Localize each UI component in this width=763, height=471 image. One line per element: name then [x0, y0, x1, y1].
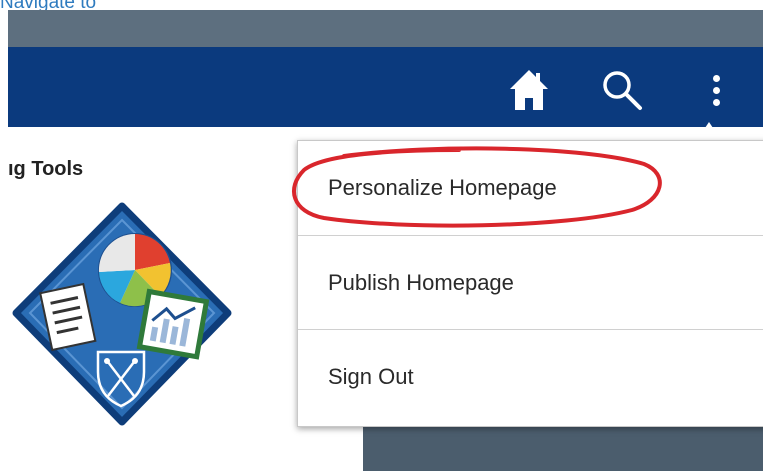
top-strip — [8, 10, 763, 47]
home-icon[interactable] — [507, 67, 551, 113]
actions-menu: Personalize Homepage Publish Homepage Si… — [297, 140, 763, 427]
search-icon[interactable] — [600, 68, 644, 112]
menu-item-sign-out[interactable]: Sign Out — [298, 329, 763, 423]
tile-title: ıg Tools — [8, 158, 84, 180]
menu-item-publish-homepage[interactable]: Publish Homepage — [298, 235, 763, 329]
menu-caret — [697, 122, 721, 140]
reporting-tools-diamond-icon[interactable] — [10, 200, 235, 430]
tile-band — [363, 420, 763, 471]
navigate-caption: Navigate to — [0, 0, 97, 13]
header-bar — [8, 47, 763, 127]
menu-item-personalize-homepage[interactable]: Personalize Homepage — [298, 141, 763, 235]
more-vertical-icon[interactable] — [706, 64, 726, 116]
